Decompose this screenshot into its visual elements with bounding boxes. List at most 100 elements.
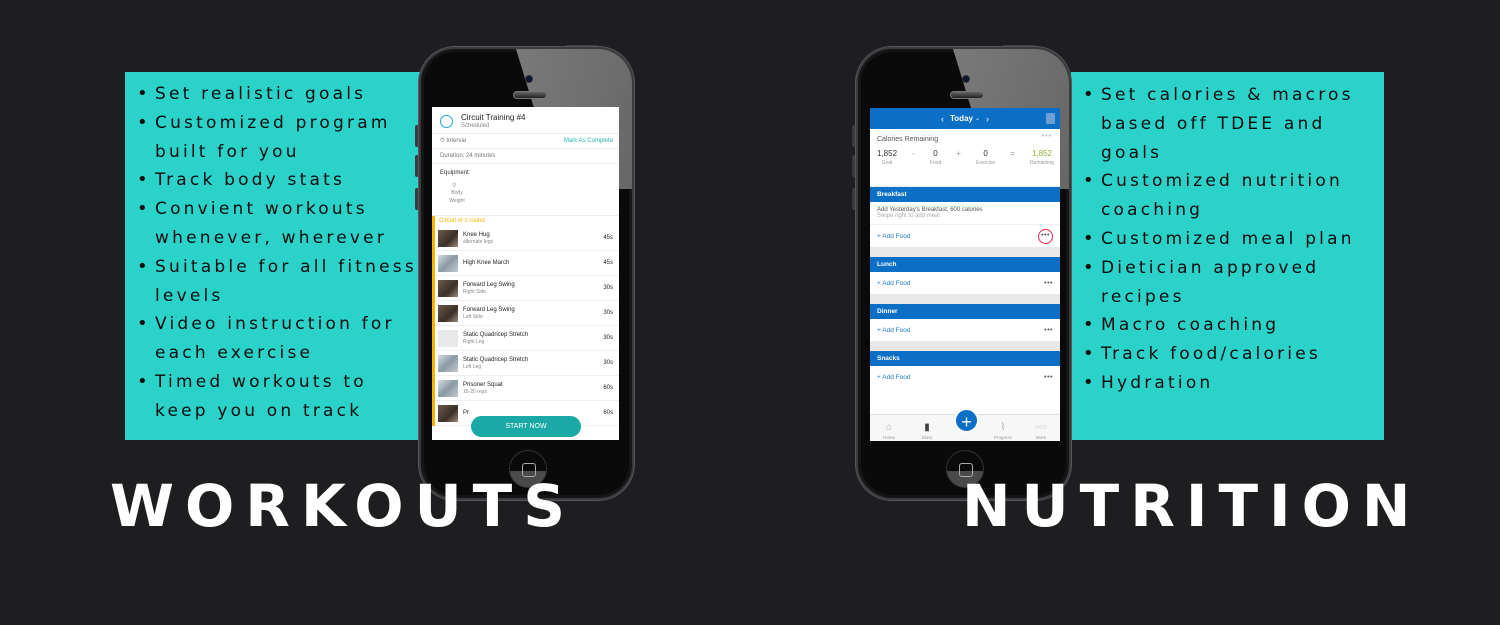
tab-label: Progress [993,435,1012,440]
start-now-button[interactable]: START NOW [471,416,581,437]
diary-icon: ▮ [924,422,930,433]
more-dots-icon: ○○○ [1034,424,1048,431]
more-options-icon[interactable]: ••• [1044,374,1053,381]
tab-progress[interactable]: ⌇ Progress [988,421,1018,440]
exercise-duration: 30s [603,360,613,366]
plus-sign: + [956,149,961,158]
add-food-button[interactable]: + Add Food [877,374,910,381]
tab-label: More [1035,435,1047,440]
exercise-item[interactable]: Forward Leg Swing Right Side 30s [435,276,619,301]
exercise-name: Knee Hug [463,232,490,238]
home-icon: ⌂ [885,422,893,433]
nutrition-features-panel: Set calories & macros based off TDEE and… [1071,72,1384,440]
more-options-icon[interactable]: ••• [1044,327,1053,334]
calories-remaining-card: Calories Remaining ••• 1,852 Goal - 0 Food… [870,129,1060,187]
camera-icon [525,75,533,83]
exercise-note: Left Side [463,314,483,320]
food-caption: Food [929,160,942,166]
duration-text: Duration: 24 minutes [440,153,496,159]
exercise-item[interactable]: Knee Hug alternate legs 45s [435,226,619,251]
date-selector[interactable]: Today [950,114,973,123]
food-value: 0 [933,149,938,158]
speaker-grille [950,91,984,99]
exercise-item[interactable]: Forward Leg Swing Left Side 30s [435,301,619,326]
workout-duration: Duration: 24 minutes [432,149,619,164]
tab-home[interactable]: ⌂ Home [874,421,904,440]
add-food-button[interactable]: + Add Food [877,327,910,334]
add-food-button[interactable]: + Add Food [877,233,910,240]
progress-chart-icon: ⌇ [1000,422,1006,433]
date-navigation-bar: ‹ Today ⌄ › [870,108,1060,129]
tab-diary[interactable]: ▮ Diary [912,421,942,440]
exercise-thumbnail [438,229,458,247]
exercise-value: 0 [983,149,988,158]
save-icon[interactable] [1046,113,1055,124]
minus-sign: - [912,149,915,158]
workouts-heading: WORKOUTS [110,472,577,540]
exercise-duration: 30s [603,335,613,341]
stopwatch-icon: ⏱ [440,137,445,144]
add-food-row: + Add Food ••• [870,366,1060,388]
workout-header: Circuit Training #4 Scheduled [432,107,619,134]
speaker-grille [513,91,547,99]
add-food-row: + Add Food ••• [870,225,1060,247]
equipment-item: Body Weight [449,190,465,204]
exercise-thumbnail [438,254,458,272]
nutrition-heading: NUTRITION [962,472,1422,540]
meal-header-lunch: Lunch [870,257,1060,272]
add-food-row: + Add Food ••• [870,319,1060,341]
feature-item: Customized meal plan [1071,225,1384,254]
workouts-feature-list: Set realistic goals Customized program b… [125,72,425,426]
meal-header-breakfast: Breakfast [870,187,1060,202]
circuit-label: Circuit of 1 round [439,218,485,224]
chevron-right-icon[interactable]: › [986,114,989,124]
nutrition-app-screen: ‹ Today ⌄ › Calories Remaining ••• 1,852… [870,108,1060,441]
exercise-thumbnail [438,354,458,372]
mark-complete-link[interactable]: Mark As Complete [564,138,613,144]
add-food-button[interactable]: + Add Food [877,280,910,287]
section-divider [870,341,1060,351]
exercise-thumbnail [438,304,458,322]
workouts-features-panel: Set realistic goals Customized program b… [125,72,425,440]
exercise-name: Prisoner Squat [463,382,503,388]
exercise-item[interactable]: Static Quadricep Stretch Left Leg 30s [435,351,619,376]
tab-more[interactable]: ○○○ More [1026,421,1056,440]
remaining-caption: Remaining [1030,160,1054,166]
more-options-icon[interactable]: ••• [1038,228,1053,244]
chevron-down-icon[interactable]: ⌄ [975,115,980,122]
add-plus-button[interactable]: + [954,408,979,433]
chevron-left-icon[interactable]: ‹ [941,114,944,124]
nutrition-feature-list: Set calories & macros based off TDEE and… [1071,72,1384,398]
workout-app-screen: Circuit Training #4 Scheduled ⏱ Interval… [432,107,619,440]
exercise-thumbnail [438,329,458,347]
goal-caption: Goal [881,160,893,166]
swipe-hint: Swipe right to add meal [877,213,940,219]
exercise-note: Right Leg [463,339,485,345]
feature-item: Customized nutrition coaching [1071,167,1384,225]
tab-label: Home [882,435,895,440]
exercise-item[interactable]: High Knee March 45s [435,251,619,276]
more-icon[interactable]: ••• [1042,133,1052,140]
remaining-value: 1,852 [1031,149,1052,158]
feature-item: Macro coaching [1071,311,1384,340]
more-options-icon[interactable]: ••• [1044,280,1053,287]
bottom-tab-bar: ⌂ Home ▮ Diary ⌇ Progress ○○○ More + [870,408,1060,441]
exercise-name: Forward Leg Swing [463,307,515,313]
exercise-duration: 60s [603,385,613,391]
goal-value: 1,852 [877,149,898,158]
section-divider [870,294,1060,304]
yesterday-suggestion[interactable]: Add Yesterday's Breakfast, 600 calories … [870,202,1060,225]
exercise-note: Left Leg [463,364,482,370]
body-weight-icon: ⚲ [452,183,457,189]
exercise-item[interactable]: Prisoner Squat 15-20 reps 60s [435,376,619,401]
equipment-section: Equipment: ⚲ Body Weight [432,164,619,216]
exercise-name: High Knee March [463,260,510,266]
calories-remaining-label: Calories Remaining [877,136,939,143]
complete-circle-icon[interactable] [440,114,453,128]
exercise-thumbnail [438,379,458,397]
exercise-thumbnail [438,404,458,422]
feature-item: Video instruction for each exercise [125,310,425,368]
exercise-item[interactable]: Static Quadricep Stretch Right Leg 30s [435,326,619,351]
exercise-duration: 45s [603,235,613,241]
calorie-equation: 1,852 Goal - 0 Food + 0 Exercise = 1,852 Rem… [877,149,1054,166]
